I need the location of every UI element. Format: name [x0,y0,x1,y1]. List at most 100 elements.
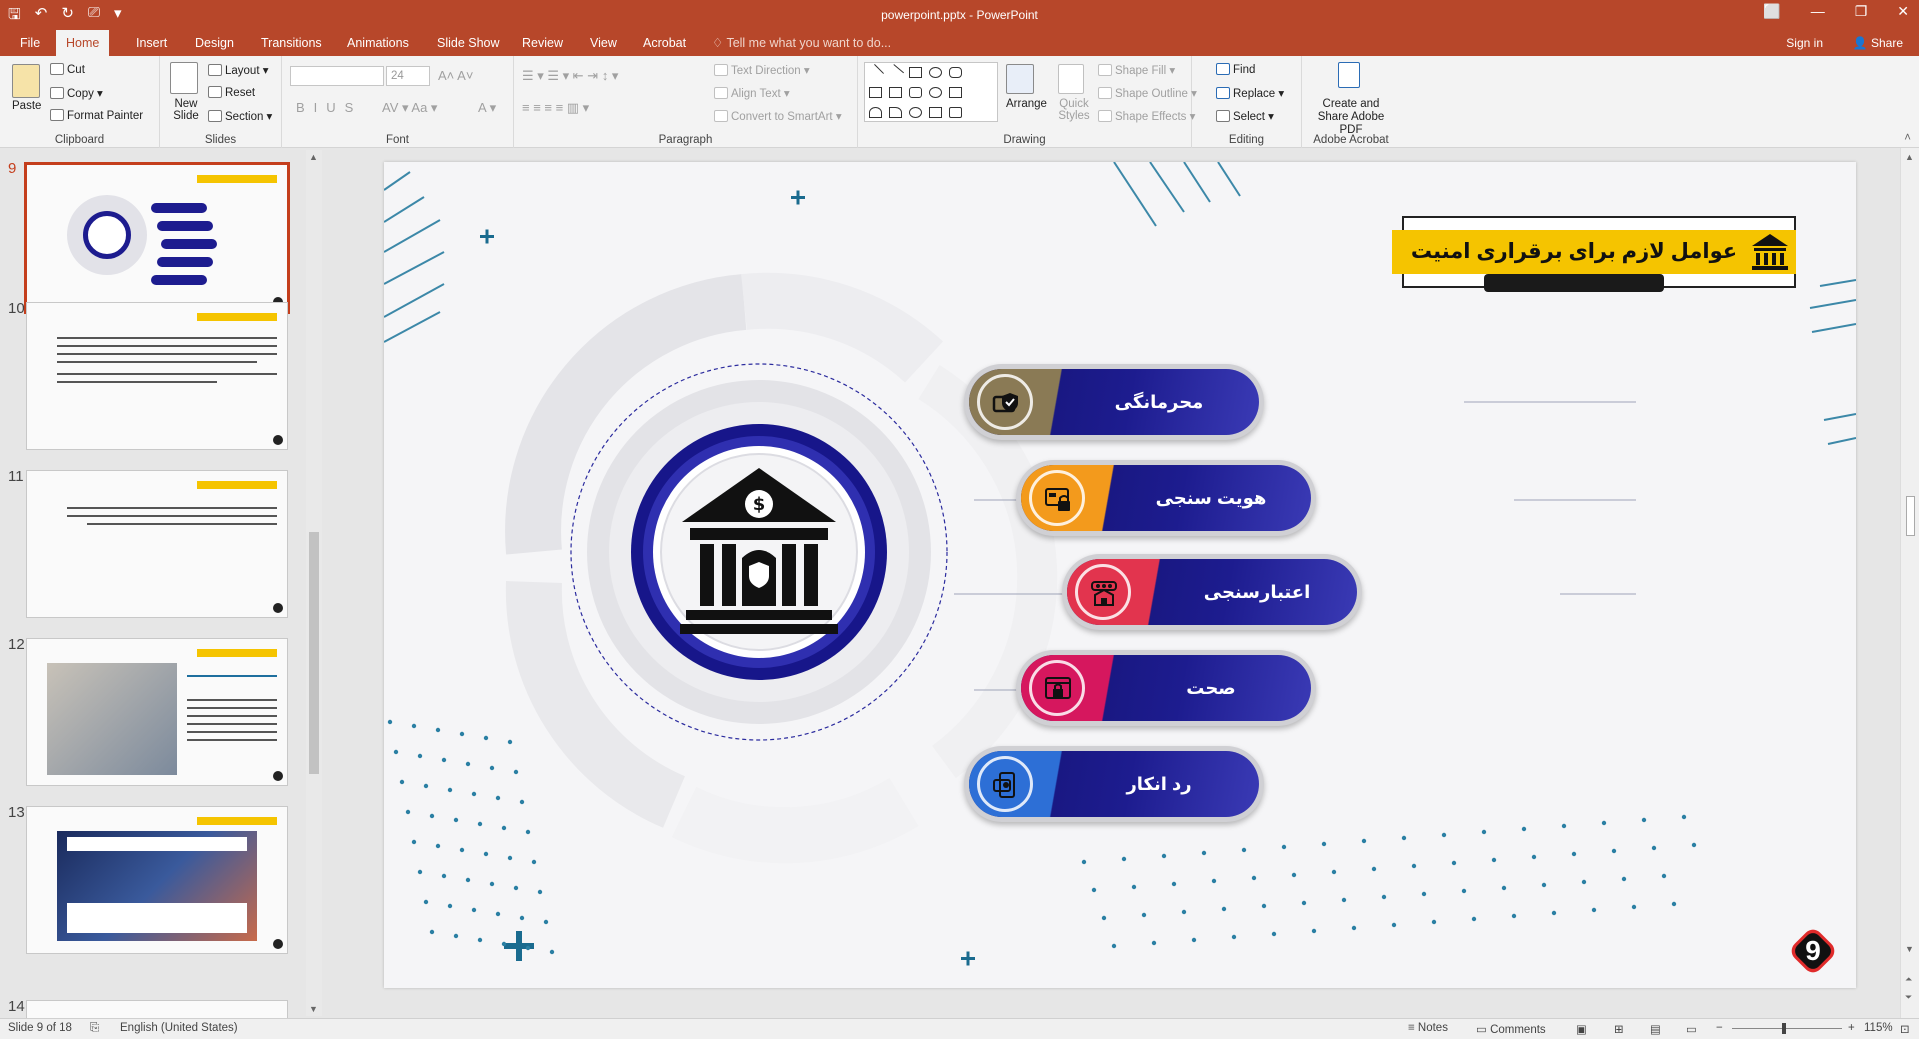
factor-pill-non-repudiation[interactable]: رد انکار [964,746,1264,822]
slide-sorter-icon[interactable]: ⊞ [1614,1022,1624,1036]
slide-counter: Slide 9 of 18 [8,1022,72,1034]
thumb-text-line [67,515,277,517]
align-text-button[interactable]: Align Text ▾ [714,86,790,100]
zoom-out-icon[interactable]: − [1716,1022,1723,1034]
ribbon-display-options-icon[interactable]: ⬜ [1763,3,1780,20]
tab-slide-show[interactable]: Slide Show [427,30,510,56]
reading-view-icon[interactable]: ▤ [1650,1022,1661,1036]
tab-acrobat[interactable]: Acrobat [633,30,696,56]
shape-effects-button[interactable]: Shape Effects ▾ [1098,109,1195,123]
text-direction-button[interactable]: Text Direction ▾ [714,63,810,77]
format-painter-label: Format Painter [67,110,144,122]
scroll-up-icon[interactable]: ▲ [1905,152,1914,162]
thumbnail-slide-12[interactable] [26,638,288,786]
bank-icon [1752,234,1788,270]
reset-button[interactable]: Reset [208,86,255,99]
shapes-gallery[interactable] [864,62,998,122]
format-painter-button[interactable]: Format Painter [50,109,143,122]
thumbnail-slide-9[interactable] [24,162,290,314]
minimize-icon[interactable]: — [1811,3,1825,20]
replace-button[interactable]: Replace ▾ [1216,86,1284,100]
collapse-ribbon-icon[interactable]: ˄ [1904,132,1911,144]
close-icon[interactable]: ✕ [1897,3,1909,20]
scroll-down-icon[interactable]: ▼ [1905,944,1914,954]
adobe-pdf-icon[interactable] [1338,62,1360,88]
thumbnail-slide-10[interactable] [26,302,288,450]
editor-scroll-thumb[interactable] [1906,496,1915,536]
paste-button[interactable]: Paste [12,100,41,112]
tab-animations[interactable]: Animations [337,30,419,56]
thumbnail-slide-14[interactable] [26,1000,288,1020]
quick-styles-button[interactable]: Quick Styles [1054,98,1094,122]
clipboard-label: Clipboard [54,134,105,146]
comments-button[interactable]: ▭ Comments [1476,1022,1546,1036]
thumb-pill [151,275,207,285]
font-name-field[interactable] [290,66,384,86]
factor-pill-integrity[interactable]: صحت [1016,650,1316,726]
bullets-icon[interactable]: ☰ ▾ ☰ ▾ ⇤ ⇥ ↕ ▾ [522,68,618,84]
editor-scrollbar[interactable]: ▲ ▼ ⏶ ⏷ [1900,148,1919,1018]
quick-styles-icon[interactable] [1058,64,1084,94]
copy-icon [50,87,64,99]
font-size-field[interactable]: 24 [386,66,430,86]
font-format-buttons[interactable]: BIUS [296,100,362,115]
spell-check-icon[interactable]: ⎘ [90,1022,99,1035]
restore-icon[interactable]: ❐ [1855,3,1868,20]
factor-pill-authentication[interactable]: هویت سنجی [1016,460,1316,536]
zoom-slider[interactable] [1732,1028,1842,1029]
language-indicator[interactable]: English (United States) [120,1022,238,1034]
notes-button[interactable]: ≡ Notes [1408,1022,1448,1034]
tab-design[interactable]: Design [185,30,244,56]
tab-transitions[interactable]: Transitions [251,30,332,56]
zoom-in-icon[interactable]: + [1848,1022,1855,1034]
arrange-button[interactable]: Arrange [1006,98,1047,110]
thumbnail-scrollbar[interactable]: ▲ ▼ [306,150,322,1016]
align-text-label: Align Text [731,88,781,100]
zoom-level[interactable]: 115% [1864,1022,1893,1034]
tab-view[interactable]: View [580,30,627,56]
thumbnail-slide-13[interactable] [26,806,288,954]
previous-slide-icon[interactable]: ⏶ [1905,974,1912,985]
increase-font-icon[interactable]: A˄ A˅ [438,68,473,83]
thumbnail-slide-11[interactable] [26,470,288,618]
replace-label: Replace [1233,88,1276,100]
fit-slide-icon[interactable]: ⊡ [1900,1022,1910,1036]
tab-review[interactable]: Review [512,30,573,56]
slide-title[interactable]: عوامل لازم برای برقراری امنیت [1404,230,1744,274]
paste-icon[interactable] [12,64,40,98]
sign-in-link[interactable]: Sign in [1786,30,1823,56]
tab-insert[interactable]: Insert [126,30,177,56]
create-share-pdf-button[interactable]: Create and Share Adobe PDF [1306,98,1396,137]
normal-view-icon[interactable]: ▣ [1576,1022,1587,1036]
share-button[interactable]: 👤 Share [1853,30,1903,56]
character-spacing-icon[interactable]: AV ▾ Aa ▾ [382,100,437,116]
copy-button[interactable]: Copy ▾ [50,86,103,100]
slide-canvas[interactable]: $ عوامل لازم برای برقراری امنیت محرمانگی [384,162,1856,988]
thumb-pill [157,257,213,267]
tab-home[interactable]: Home [56,30,110,56]
new-slide-button[interactable]: New Slide [166,98,206,122]
layout-button[interactable]: Layout ▾ [208,63,269,77]
find-button[interactable]: Find [1216,63,1255,76]
select-button[interactable]: Select ▾ [1216,109,1274,123]
arrange-icon[interactable] [1006,64,1034,94]
cut-button[interactable]: Cut [50,63,85,76]
scroll-up-icon[interactable]: ▲ [309,152,318,162]
zoom-slider-thumb[interactable] [1782,1023,1786,1034]
shape-outline-button[interactable]: Shape Outline ▾ [1098,86,1197,100]
alignment-icons[interactable]: ≡ ≡ ≡ ≡ ▥ ▾ [522,100,589,116]
section-button[interactable]: Section ▾ [208,109,272,123]
next-slide-icon[interactable]: ⏷ [1905,992,1912,1003]
tell-me-search[interactable]: ♢ Tell me what you want to do... [712,30,891,56]
font-color-icon[interactable]: A ▾ [478,100,496,116]
tab-file[interactable]: File [10,30,50,56]
factor-pill-confidentiality[interactable]: محرمانگی [964,364,1264,440]
new-slide-icon[interactable] [170,62,198,94]
thumb-number-13: 13 [8,804,25,821]
shape-fill-button[interactable]: Shape Fill ▾ [1098,63,1175,77]
factor-pill-validation[interactable]: اعتبارسنجی [1062,554,1362,630]
slideshow-icon[interactable]: ▭ [1686,1022,1697,1036]
convert-smartart-button[interactable]: Convert to SmartArt ▾ [714,109,842,123]
scroll-down-icon[interactable]: ▼ [309,1004,318,1014]
thumbnail-scroll-thumb[interactable] [309,532,319,774]
